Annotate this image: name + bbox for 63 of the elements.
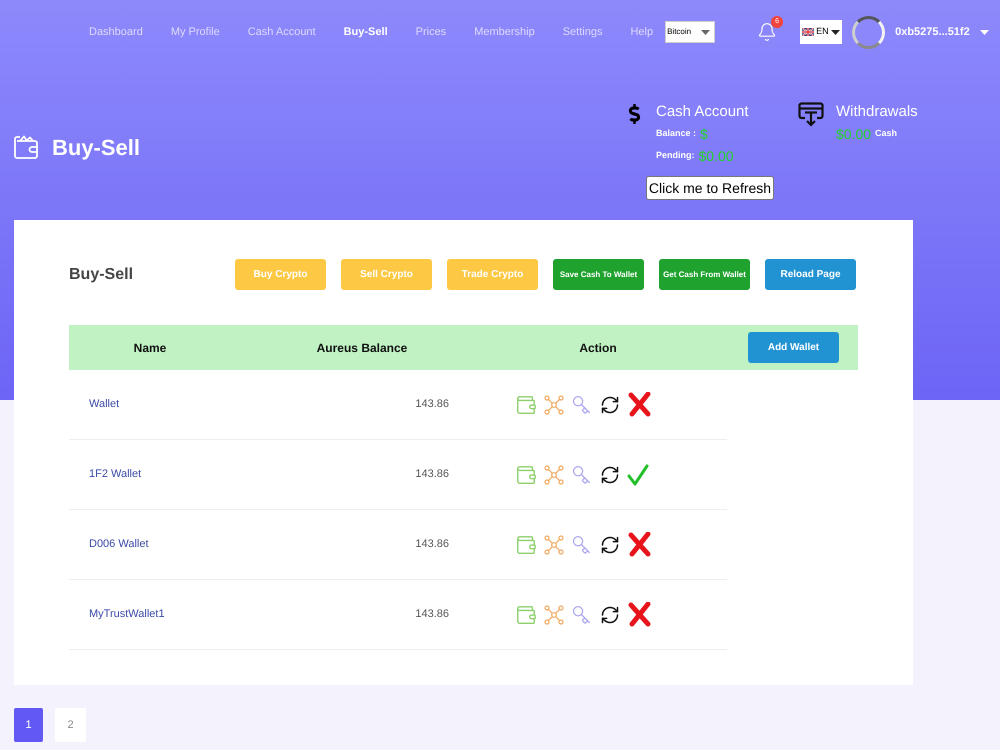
add-wallet-button[interactable]: Add Wallet — [748, 332, 839, 363]
action-button[interactable]: Reload Page — [765, 259, 856, 290]
cash-account-title: Cash Account — [656, 102, 749, 122]
key-icon[interactable] — [571, 394, 591, 414]
wallet-icon[interactable] — [515, 604, 537, 626]
page-button[interactable]: 2 — [55, 708, 86, 742]
network-nodes-icon[interactable] — [544, 394, 564, 414]
balance-cell-text: 143.86 — [414, 397, 449, 412]
column-header: Action — [578, 340, 618, 356]
refresh-button[interactable]: Click me to Refresh — [646, 176, 774, 200]
nav-link[interactable]: My Profile — [170, 24, 220, 40]
balance-value: $ — [700, 124, 708, 144]
nav-link[interactable]: Buy-Sell — [344, 24, 388, 40]
key-icon[interactable] — [571, 534, 591, 554]
wallet-icon — [14, 135, 40, 159]
balance-cell-text: 143.86 — [414, 607, 449, 622]
nav-link[interactable]: Membership — [474, 24, 535, 40]
wallet-icon[interactable] — [515, 464, 537, 486]
pending-label: Pending: — [656, 149, 694, 162]
refresh-icon[interactable] — [600, 604, 620, 624]
wallet-name-link[interactable]: D006 Wallet — [89, 536, 231, 553]
refresh-icon[interactable] — [600, 394, 620, 414]
panel-title: Buy-Sell — [69, 264, 134, 284]
balance-label: Balance : — [656, 127, 696, 140]
balance-cell-text: 143.86 — [414, 467, 449, 482]
bell-icon[interactable] — [757, 22, 778, 42]
column-header: Aureus Balance — [316, 340, 408, 356]
card-download-icon — [798, 102, 824, 127]
caret-icon — [980, 30, 989, 34]
withdrawals-title: Withdrawals — [836, 102, 918, 122]
nav-link[interactable]: Dashboard — [89, 24, 143, 40]
currency-select[interactable]: Bitcoin — [665, 21, 716, 43]
page-title: Buy-Sell — [52, 134, 140, 162]
balance-cell-text: 143.86 — [414, 537, 449, 552]
wallet-name-link[interactable]: MyTrustWallet1 — [89, 606, 231, 623]
caret-icon — [830, 30, 840, 34]
wallet-icon[interactable] — [515, 534, 537, 556]
language-select[interactable]: EN — [800, 20, 842, 44]
refresh-icon[interactable] — [600, 464, 620, 484]
action-button[interactable]: Save Cash To Wallet — [553, 259, 644, 290]
uk-flag-icon — [802, 28, 814, 36]
nav-link[interactable]: Settings — [562, 24, 602, 40]
page-button[interactable]: 1 — [14, 708, 43, 742]
column-header: Name — [132, 340, 168, 356]
network-nodes-icon[interactable] — [544, 464, 564, 484]
key-icon[interactable] — [571, 604, 591, 624]
wallet-name-link[interactable]: Wallet — [89, 396, 231, 413]
network-nodes-icon[interactable] — [544, 604, 564, 624]
nav-link[interactable]: Help — [630, 24, 654, 40]
withdrawals-unit: Cash — [875, 127, 898, 140]
account-address[interactable]: 0xb5275...51f2 — [895, 24, 970, 40]
refresh-icon[interactable] — [600, 534, 620, 554]
caret-icon — [701, 30, 710, 34]
dollar-icon — [627, 104, 642, 124]
pending-value: $0.00 — [698, 146, 734, 166]
nav-link[interactable]: Prices — [416, 24, 446, 40]
withdrawals-amount: $0.00 — [836, 124, 872, 144]
wallet-name-link[interactable]: 1F2 Wallet — [89, 466, 231, 483]
key-icon[interactable] — [571, 464, 591, 484]
action-button[interactable]: Get Cash From Wallet — [659, 259, 750, 290]
network-nodes-icon[interactable] — [544, 534, 564, 554]
nav-link[interactable]: Cash Account — [248, 24, 316, 40]
wallet-icon[interactable] — [515, 394, 537, 416]
